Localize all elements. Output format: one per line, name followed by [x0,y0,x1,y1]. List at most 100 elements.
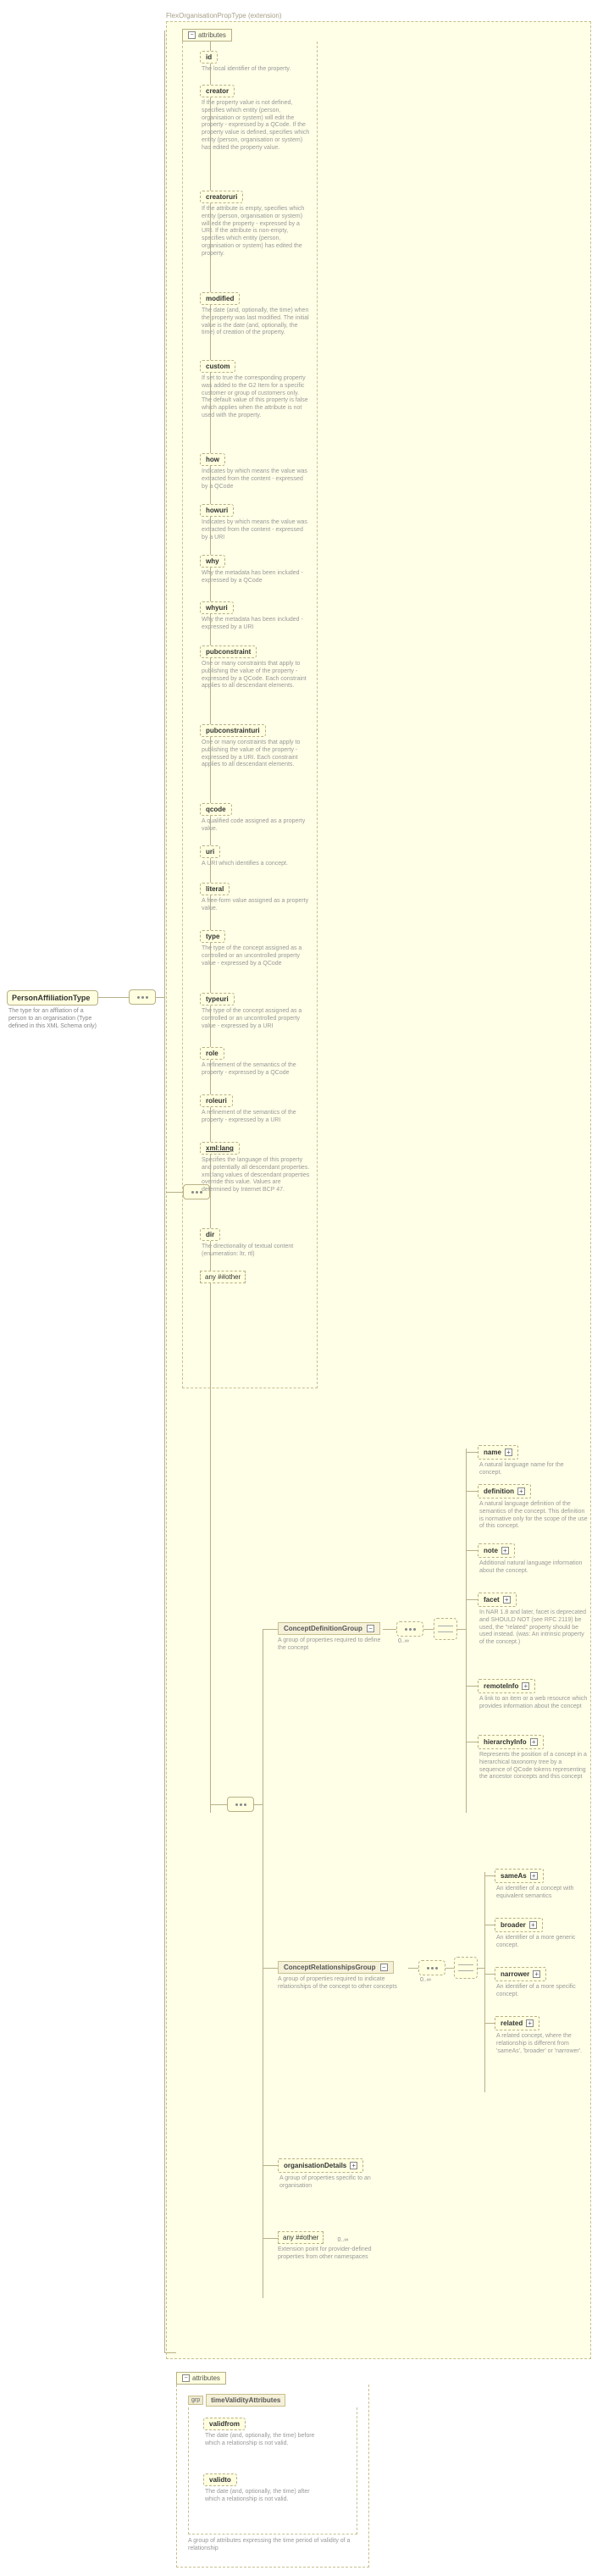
collapse-icon[interactable]: − [188,31,196,39]
elem-label: narrower [501,1970,529,1978]
attr-desc: A refinement of the semantics of the pro… [200,1060,310,1077]
attr-name: custom [200,360,235,373]
plus-icon[interactable]: + [350,2162,357,2169]
attr-name: modified [200,292,240,305]
attr-name: dir [200,1228,220,1241]
elem-box[interactable]: broader+ [495,1918,543,1932]
attr-name: pubconstraint [200,645,257,658]
attributes-header[interactable]: − attributes [182,29,232,42]
elem-label: definition [484,1487,514,1495]
plus-icon[interactable]: + [533,1970,540,1978]
connector [466,1599,478,1600]
attr-desc: Why the metadata has been included - exp… [200,568,310,585]
elem-label: related [501,2019,523,2027]
connector [457,1629,466,1630]
plus-icon[interactable]: + [505,1449,512,1456]
elem-organisationdetails: organisationDetails+ A group of properti… [278,2158,388,2191]
group-conceptdefinition: ConceptDefinitionGroup − A group of prop… [278,1622,388,1653]
attr-how: how Indicates by which means the value w… [200,453,369,490]
group-label-text: ConceptRelationshipsGroup [284,1964,375,1971]
connector [166,1192,183,1193]
plus-icon[interactable]: + [530,1738,538,1746]
occurs-cdg: 0..∞ [398,1638,409,1644]
connector [484,1875,495,1876]
elem-box[interactable]: narrower + [495,1967,546,1981]
elem-label: note [484,1547,498,1554]
attr-name: roleuri [200,1094,233,1107]
connector [466,1491,478,1492]
plus-icon[interactable]: + [530,1872,538,1880]
sequence-cdg [396,1621,423,1637]
occurs-any: 0..∞ [338,2237,349,2243]
root-desc: The type for an affliation of a person t… [7,1005,98,1030]
connector [263,2165,278,2166]
plus-icon[interactable]: + [503,1596,511,1604]
elem-label: hierarchyInfo [484,1738,527,1746]
group-label[interactable]: ConceptDefinitionGroup − [278,1622,380,1635]
elem-label: facet [484,1596,500,1604]
attr-modified: modified The date (and, optionally, the … [200,292,369,337]
minus-icon[interactable]: − [367,1625,374,1632]
attr-uri: uri A URI which identifies a concept. [200,845,369,868]
attr-creator: creator If the property value is not def… [200,85,369,152]
attributes-header-bottom[interactable]: − attributes [176,2372,226,2385]
attr-name: type [200,930,225,943]
collapse-icon[interactable]: − [182,2374,190,2382]
elem-box[interactable]: definition+ [478,1484,531,1499]
extension-label: FlexOrganisationPropType (extension) [166,12,282,19]
attr-pubconstraint: pubconstraint One or many constraints th… [200,645,369,690]
elem-desc: A natural language name for the concept. [478,1460,588,1477]
connector [466,1452,478,1453]
elem-label: organisationDetails [284,2162,346,2169]
elem-desc: In NAR 1.8 and later, facet is deprecate… [478,1607,588,1647]
elem-box[interactable]: name+ [478,1445,518,1460]
attr-name: why [200,555,225,568]
attr-any-label: any ##other [200,1271,246,1283]
group-label[interactable]: timeValidityAttributes [206,2394,285,2407]
plus-icon[interactable]: + [501,1547,509,1554]
minus-icon[interactable]: − [380,1964,388,1971]
elem-remoteinfo: remoteInfo + A link to an item or a web r… [478,1679,588,1711]
attributes-header-label: attributes [198,31,226,39]
attr-validfrom: validfrom The date (and, optionally, the… [203,2418,373,2448]
attr-name: pubconstrainturi [200,724,266,737]
elem-box[interactable]: hierarchyInfo+ [478,1735,544,1749]
plus-icon[interactable]: + [517,1487,525,1495]
connector [263,2238,278,2239]
elem-box[interactable]: remoteInfo + [478,1679,535,1693]
elem-box[interactable]: organisationDetails + [278,2158,363,2173]
group-label[interactable]: ConceptRelationshipsGroup − [278,1961,394,1974]
elem-desc: A link to an item or a web resource whic… [478,1693,588,1711]
attr-whyuri: whyuri Why the metadata has been include… [200,601,369,632]
sequence-root [129,989,156,1005]
connector [383,1629,396,1630]
elem-related: related+ A related concept, where the re… [495,2016,588,2055]
root-title: PersonAffiliationType [7,990,98,1005]
occurs-crg: 0..∞ [420,1977,431,1983]
plus-icon[interactable]: + [529,1921,537,1929]
elem-box[interactable]: note+ [478,1543,515,1558]
connector [263,1629,278,1630]
elem-box[interactable]: sameAs+ [495,1869,544,1883]
elem-note: note+ Additional natural language inform… [478,1543,588,1576]
plus-icon[interactable]: + [522,1682,529,1690]
elem-label: remoteInfo [484,1682,518,1690]
connector [156,997,164,998]
attr-desc: A URI which identifies a concept. [200,858,310,868]
elem-box[interactable]: facet+ [478,1593,517,1607]
attr-type: type The type of the concept assigned as… [200,930,369,967]
attr-pubconstrainturi: pubconstrainturi One or many constraints… [200,724,369,769]
connector [423,1629,434,1630]
plus-icon[interactable]: + [526,2019,534,2027]
attr-literal: literal A free-form value assigned as a … [200,883,369,913]
attr-any: any ##other [200,1271,246,1283]
group-timevalidity-desc: A group of attributes expressing the tim… [188,2538,357,2553]
attr-name: validfrom [203,2418,246,2430]
attr-desc: The date (and, optionally, the time) aft… [203,2486,322,2504]
elem-narrower: narrower+ An identifier of a more specif… [495,1967,588,1999]
attr-custom: custom If set to true the corresponding … [200,360,369,420]
elem-box[interactable]: related+ [495,2016,539,2030]
attr-name: howuri [200,504,234,517]
attr-desc: Specifies the language of this property … [200,1155,310,1194]
elem-desc: Represents the position of a concept in … [478,1749,588,1781]
